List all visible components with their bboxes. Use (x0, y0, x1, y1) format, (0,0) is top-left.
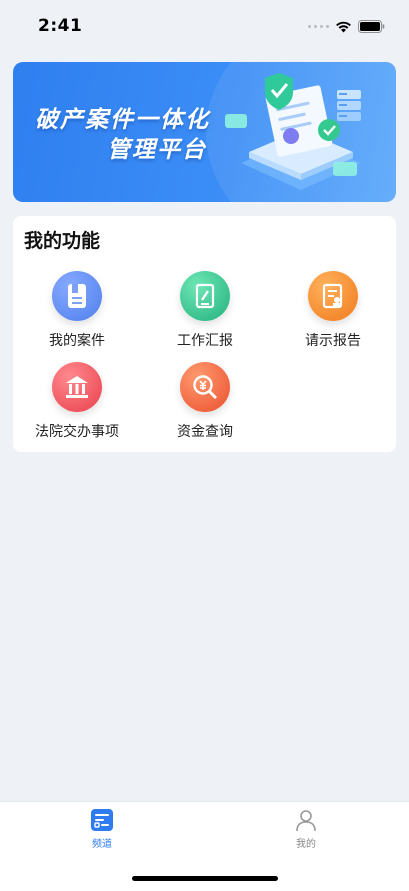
data-platform-illustration (225, 73, 361, 190)
tab-channel[interactable]: 频道 (72, 808, 132, 850)
court-building-icon (52, 362, 102, 412)
request-stamp-icon (308, 271, 358, 321)
case-file-icon (52, 271, 102, 321)
wifi-icon (336, 21, 351, 32)
report-pen-icon (180, 271, 230, 321)
function-label: 我的案件 (49, 333, 105, 349)
my-functions-card: 我的功能 我的案件 工作汇报 请示报告 法院交办事项 资金查询 (13, 216, 396, 452)
battery-icon (358, 19, 385, 33)
home-indicator[interactable] (132, 876, 278, 881)
banner-title-line2: 管理平台 (107, 137, 207, 163)
function-work-report[interactable]: 工作汇报 (141, 271, 269, 357)
tab-label: 频道 (92, 839, 112, 850)
function-request-report[interactable]: 请示报告 (269, 271, 397, 357)
status-time: 2:41 (38, 16, 83, 36)
banner-title-line1: 破产案件一体化 (35, 107, 210, 133)
yuan-search-icon (180, 362, 230, 412)
function-fund-query[interactable]: 资金查询 (141, 362, 269, 448)
functions-title: 我的功能 (24, 230, 101, 252)
function-label: 请示报告 (305, 333, 361, 349)
status-icons (308, 19, 385, 33)
function-label: 法院交办事项 (35, 424, 119, 440)
status-bar: 2:41 (0, 0, 409, 52)
function-my-cases[interactable]: 我的案件 (13, 271, 141, 357)
tab-profile[interactable]: 我的 (276, 808, 336, 850)
platform-banner[interactable]: 破产案件一体化 管理平台 (13, 62, 396, 202)
function-label: 工作汇报 (177, 333, 233, 349)
profile-icon (296, 810, 316, 832)
tab-label: 我的 (296, 839, 316, 850)
function-label: 资金查询 (177, 424, 233, 440)
function-court-assigned-items[interactable]: 法院交办事项 (13, 362, 141, 448)
cellular-signal-icon (308, 24, 329, 28)
channel-icon (91, 809, 113, 831)
